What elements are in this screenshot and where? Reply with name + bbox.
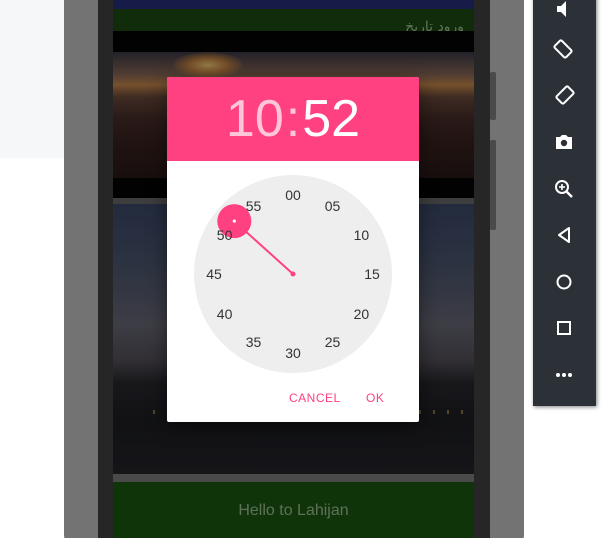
overview-icon[interactable] xyxy=(547,311,581,345)
host-background-panel xyxy=(0,0,66,158)
minute-label-40[interactable]: 40 xyxy=(210,304,240,324)
power-button xyxy=(490,72,496,120)
time-picker-dialog: 10 : 52 00 05 10 15 20 25 30 35 40 45 50 55 CANCEL … xyxy=(167,77,419,422)
minute-clock-face[interactable]: 00 05 10 15 20 25 30 35 40 45 50 55 xyxy=(194,175,392,373)
minute-label-50[interactable]: 50 xyxy=(210,225,240,245)
minute-label-45[interactable]: 45 xyxy=(199,264,229,284)
minute-label-05[interactable]: 05 xyxy=(318,196,348,216)
ok-button[interactable]: OK xyxy=(366,387,384,409)
camera-icon[interactable] xyxy=(547,125,581,159)
minute-label-00[interactable]: 00 xyxy=(278,185,308,205)
minute-label-35[interactable]: 35 xyxy=(239,332,269,352)
selector-dot xyxy=(232,219,236,223)
zoom-icon[interactable] xyxy=(547,172,581,206)
minute-label-20[interactable]: 20 xyxy=(346,304,376,324)
rotate-right-icon[interactable] xyxy=(547,78,581,112)
more-icon[interactable] xyxy=(547,358,581,392)
home-icon[interactable] xyxy=(547,265,581,299)
time-header: 10 : 52 xyxy=(167,77,419,161)
volume-down-icon[interactable] xyxy=(547,0,581,26)
minute-label-10[interactable]: 10 xyxy=(346,225,376,245)
back-icon[interactable] xyxy=(547,218,581,252)
dialog-actions: CANCEL OK xyxy=(167,387,419,409)
cancel-button[interactable]: CANCEL xyxy=(289,387,341,409)
minute-label-55[interactable]: 55 xyxy=(239,196,269,216)
emulator-toolbar xyxy=(533,0,596,406)
clock-center-dot xyxy=(290,271,296,277)
minute-label-15[interactable]: 15 xyxy=(357,264,387,284)
volume-rocker xyxy=(490,140,496,230)
time-separator: : xyxy=(285,90,301,148)
hour-display[interactable]: 10 xyxy=(226,89,284,149)
minute-label-30[interactable]: 30 xyxy=(278,343,308,363)
minute-label-25[interactable]: 25 xyxy=(318,332,348,352)
rotate-left-icon[interactable] xyxy=(547,32,581,66)
minute-display[interactable]: 52 xyxy=(302,89,360,149)
